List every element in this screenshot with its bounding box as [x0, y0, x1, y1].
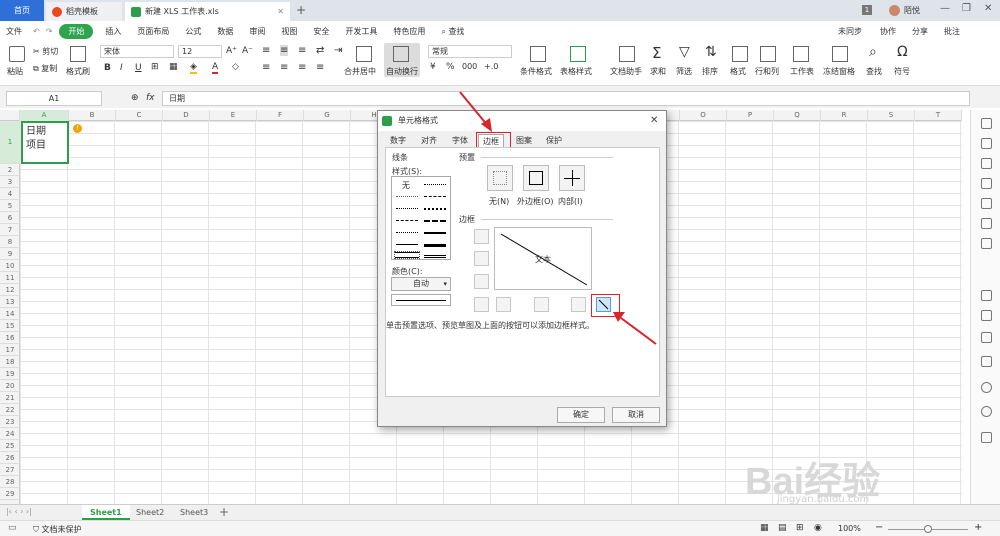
arrow-to-diagonal [620, 317, 657, 345]
arrow-to-border-tab [459, 91, 489, 127]
baidu-watermark: Bai经验 jingyan.baidu.com [745, 450, 985, 506]
watermark-url: jingyan.baidu.com [777, 494, 870, 505]
